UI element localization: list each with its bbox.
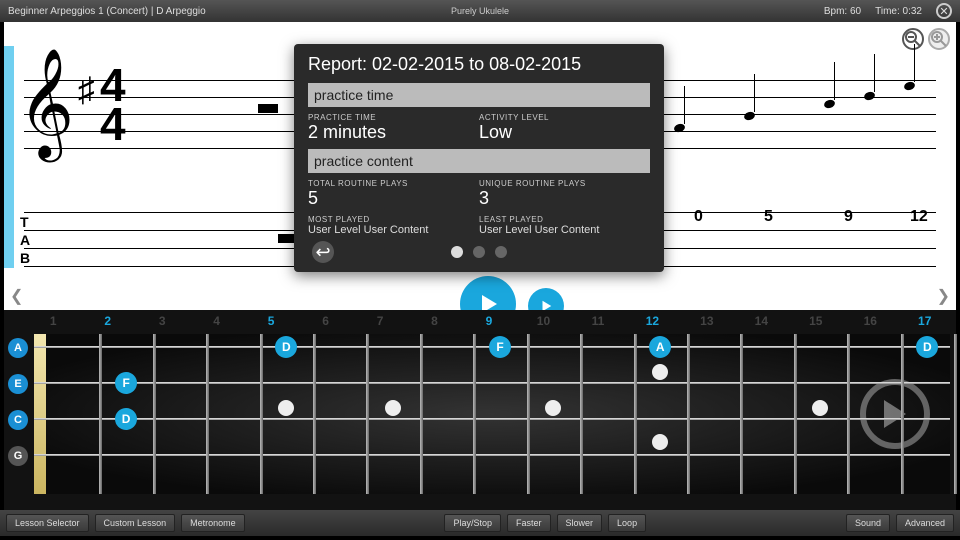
fret-number: 10	[516, 314, 570, 330]
fret-numbers: 1234567891011121314151617	[26, 314, 952, 330]
next-icon[interactable]	[860, 379, 930, 449]
fret-number: 1	[26, 314, 80, 330]
unique-plays-value: 3	[479, 188, 650, 209]
fret-note: D	[275, 336, 297, 358]
open-note: E	[8, 374, 28, 394]
pager-dot[interactable]	[473, 246, 485, 258]
fret-number: 2	[80, 314, 134, 330]
report-section-time: practice time	[308, 83, 650, 107]
fret-number: 12	[625, 314, 679, 330]
most-played-value: User Level User Content	[308, 224, 479, 236]
fret-number: 5	[244, 314, 298, 330]
fret-number: 6	[298, 314, 352, 330]
play-stop-button[interactable]: Play/Stop	[444, 514, 501, 532]
activity-level-value: Low	[479, 122, 650, 143]
fret-number: 15	[789, 314, 843, 330]
prev-page-icon[interactable]: ❮	[10, 286, 23, 306]
fret-number: 4	[189, 314, 243, 330]
fret-number: 13	[680, 314, 734, 330]
lesson-title: Beginner Arpeggios 1 (Concert) | D Arpeg…	[8, 6, 206, 17]
fretboard[interactable]: DFADFD	[34, 334, 950, 494]
fret-note: F	[115, 372, 137, 394]
time-readout: Time: 0:32	[875, 6, 922, 17]
lesson-selector-button[interactable]: Lesson Selector	[6, 514, 89, 532]
fretboard-panel: 1234567891011121314151617 AECG DFADFD	[4, 310, 956, 510]
pager-dot[interactable]	[451, 246, 463, 258]
playhead	[4, 46, 14, 268]
tab-letter: T	[20, 214, 29, 230]
fret-number: 7	[353, 314, 407, 330]
fret-number: 17	[898, 314, 952, 330]
zoom-out-icon[interactable]	[902, 28, 924, 50]
report-title: Report: 02-02-2015 to 08-02-2015	[308, 54, 650, 75]
fret-note: F	[489, 336, 511, 358]
custom-lesson-button[interactable]: Custom Lesson	[95, 514, 176, 532]
top-bar: Beginner Arpeggios 1 (Concert) | D Arpeg…	[0, 0, 960, 22]
report-section-content: practice content	[308, 149, 650, 173]
open-note: C	[8, 410, 28, 430]
notes-group	[664, 72, 936, 152]
practice-time-value: 2 minutes	[308, 122, 479, 143]
fret-number: 14	[734, 314, 788, 330]
open-string-notes: AECG	[8, 338, 28, 466]
tab-number: 12	[910, 208, 928, 226]
fret-note: A	[649, 336, 671, 358]
close-icon[interactable]: ✕	[936, 3, 952, 19]
report-panel: Report: 02-02-2015 to 08-02-2015 practic…	[294, 44, 664, 272]
total-plays-value: 5	[308, 188, 479, 209]
tab-number: 9	[844, 208, 853, 226]
fret-note: D	[115, 408, 137, 430]
report-back-icon[interactable]: ↩	[312, 241, 334, 263]
tab-number: 0	[694, 208, 703, 226]
notation-panel: 𝄞 ♯ 4 4 T A B 0 5 9 12 ❮ ❯ Report:	[4, 22, 956, 310]
faster-button[interactable]: Faster	[507, 514, 551, 532]
fret-number: 9	[462, 314, 516, 330]
nut	[34, 334, 46, 494]
loop-button[interactable]: Loop	[608, 514, 646, 532]
app-brand: Purely Ukulele	[451, 6, 509, 16]
fret-number: 16	[843, 314, 897, 330]
zoom-in-icon[interactable]	[928, 28, 950, 50]
bottom-toolbar: Lesson Selector Custom Lesson Metronome …	[0, 510, 960, 536]
slower-button[interactable]: Slower	[557, 514, 603, 532]
fret-note: D	[916, 336, 938, 358]
metronome-button[interactable]: Metronome	[181, 514, 245, 532]
half-rest	[258, 104, 278, 113]
bpm-readout: Bpm: 60	[824, 6, 861, 17]
tab-letter: A	[20, 232, 30, 248]
open-note: A	[8, 338, 28, 358]
fret-number: 8	[407, 314, 461, 330]
pager-dot[interactable]	[495, 246, 507, 258]
open-note: G	[8, 446, 28, 466]
sound-button[interactable]: Sound	[846, 514, 890, 532]
advanced-button[interactable]: Advanced	[896, 514, 954, 532]
tab-letter: B	[20, 250, 30, 266]
tab-number: 5	[764, 208, 773, 226]
fret-number: 11	[571, 314, 625, 330]
fret-number: 3	[135, 314, 189, 330]
report-pager: ↩	[308, 246, 650, 258]
next-page-icon[interactable]: ❯	[937, 286, 950, 306]
least-played-value: User Level User Content	[479, 224, 650, 236]
